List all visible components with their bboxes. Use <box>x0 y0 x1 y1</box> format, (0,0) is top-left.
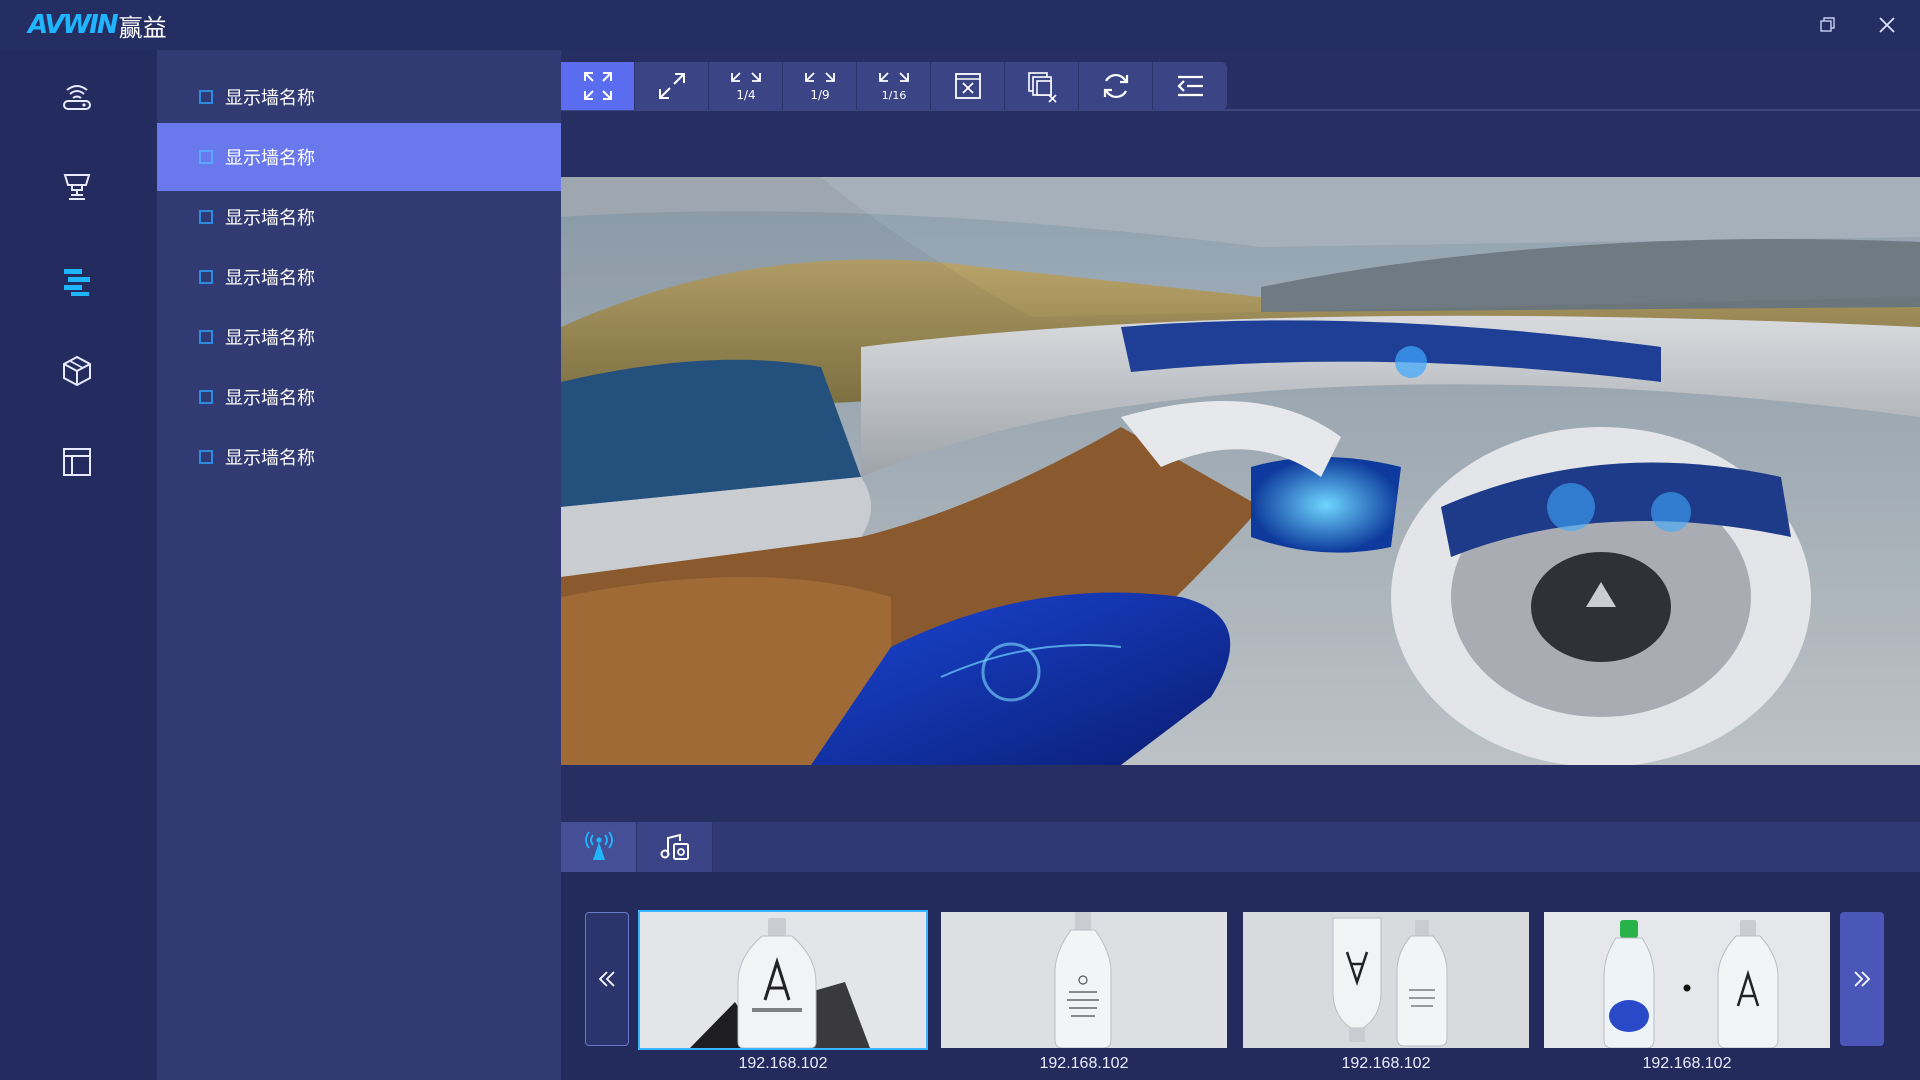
wall-name: 显示墙名称 <box>225 328 315 349</box>
wall-name: 显示墙名称 <box>225 268 315 289</box>
signal-source-icon <box>584 831 613 860</box>
refresh-button[interactable] <box>1079 62 1153 110</box>
wall-checkbox[interactable] <box>199 270 213 284</box>
thumbnail-label: 192.168.102 <box>1642 1055 1732 1072</box>
restore-button[interactable] <box>1813 10 1843 40</box>
close-window-button[interactable] <box>931 62 1005 110</box>
split-1-9-icon: 1/9 <box>804 72 835 102</box>
source-thumbnail[interactable] <box>1243 912 1529 1048</box>
source-thumbnail[interactable] <box>638 910 928 1050</box>
wall-name: 显示墙名称 <box>225 388 315 409</box>
source-thumbnail[interactable] <box>941 912 1227 1048</box>
source-thumbnail[interactable] <box>1544 912 1830 1048</box>
nav-signal-device[interactable] <box>50 69 104 123</box>
fullscreen-icon <box>583 72 612 100</box>
bottle-image <box>1544 912 1830 1048</box>
menu-collapse-button[interactable] <box>1153 62 1227 110</box>
wall-list-item[interactable]: 显示墙名称 <box>157 123 561 191</box>
main-area: 1/4 1/9 1/16 192.168.102 192.168.102 192… <box>561 50 1920 1080</box>
fullscreen-button[interactable] <box>561 62 635 110</box>
car-interior-image <box>561 177 1920 765</box>
wall-list: 显示墙名称 显示墙名称 显示墙名称 显示墙名称 显示墙名称 显示墙名称 显示墙名… <box>157 50 561 1080</box>
prev-page-button[interactable] <box>585 912 629 1046</box>
close-button[interactable] <box>1872 10 1902 40</box>
close-icon <box>1879 17 1895 33</box>
media-files-icon <box>660 833 689 860</box>
wall-list-item[interactable]: 显示墙名称 <box>157 183 561 251</box>
wall-checkbox[interactable] <box>199 390 213 404</box>
menu-collapse-icon <box>1177 75 1203 97</box>
bottle-image <box>640 912 926 1048</box>
double-chevron-left-icon <box>598 971 615 987</box>
split-1-4-text: 1/4 <box>736 88 755 102</box>
wall-checkbox[interactable] <box>199 210 213 224</box>
trophy-icon <box>63 174 91 200</box>
restore-icon <box>1820 17 1835 32</box>
video-preview[interactable] <box>561 177 1920 765</box>
split-1-16-icon: 1/16 <box>878 72 909 102</box>
bottle-image <box>941 912 1227 1048</box>
bottle-image <box>1243 912 1529 1048</box>
nav-layers[interactable] <box>50 254 104 308</box>
expand-button[interactable] <box>635 62 709 110</box>
split-1-9-button[interactable]: 1/9 <box>783 62 857 110</box>
double-chevron-right-icon <box>1854 971 1871 987</box>
thumbnail-label: 192.168.102 <box>1341 1055 1431 1072</box>
logo-text-en: AVWIN <box>28 10 119 40</box>
signal-device-icon <box>63 85 91 110</box>
thumbnail-label: 192.168.102 <box>738 1055 828 1072</box>
nav-trophy[interactable] <box>50 159 104 213</box>
thumbnail-strip: 192.168.102 192.168.102 192.168.102 192.… <box>561 872 1920 1080</box>
close-all-windows-button[interactable] <box>1005 62 1079 110</box>
layers-icon <box>64 269 90 296</box>
split-1-4-icon: 1/4 <box>730 72 761 102</box>
wall-name: 显示墙名称 <box>225 148 315 169</box>
nav-layout[interactable] <box>50 435 104 489</box>
wall-checkbox[interactable] <box>199 150 213 164</box>
close-all-windows-icon <box>1027 72 1057 103</box>
cube-icon <box>63 355 91 387</box>
wall-list-item[interactable]: 显示墙名称 <box>157 363 561 431</box>
wall-name: 显示墙名称 <box>225 208 315 229</box>
split-1-16-text: 1/16 <box>881 89 906 102</box>
source-panel: 192.168.102 192.168.102 192.168.102 192.… <box>561 822 1920 1080</box>
nav-rail <box>0 50 157 1080</box>
wall-checkbox[interactable] <box>199 90 213 104</box>
layout-toolbar: 1/4 1/9 1/16 <box>561 62 1227 110</box>
tab-signal-source[interactable] <box>561 822 637 872</box>
split-1-4-button[interactable]: 1/4 <box>709 62 783 110</box>
tab-media-files[interactable] <box>637 822 713 872</box>
thumbnail-label: 192.168.102 <box>1039 1055 1129 1072</box>
wall-list-item[interactable]: 显示墙名称 <box>157 303 561 371</box>
wall-checkbox[interactable] <box>199 450 213 464</box>
split-1-9-text: 1/9 <box>810 88 829 102</box>
layout-icon <box>63 448 91 476</box>
title-bar: AVWIN 赢益 <box>0 0 1920 50</box>
close-window-icon <box>954 73 981 99</box>
expand-icon <box>658 73 685 99</box>
split-1-16-button[interactable]: 1/16 <box>857 62 931 110</box>
source-tabs <box>561 822 713 872</box>
next-page-button[interactable] <box>1840 912 1884 1046</box>
wall-list-item[interactable]: 显示墙名称 <box>157 63 561 131</box>
nav-cube[interactable] <box>50 344 104 398</box>
wall-list-item[interactable]: 显示墙名称 <box>157 243 561 311</box>
wall-checkbox[interactable] <box>199 330 213 344</box>
logo-text-cn: 赢益 <box>118 13 167 42</box>
app-logo: AVWIN 赢益 <box>28 8 167 42</box>
refresh-icon <box>1103 73 1128 99</box>
wall-list-item[interactable]: 显示墙名称 <box>157 423 561 491</box>
wall-name: 显示墙名称 <box>225 88 315 109</box>
wall-name: 显示墙名称 <box>225 448 315 469</box>
